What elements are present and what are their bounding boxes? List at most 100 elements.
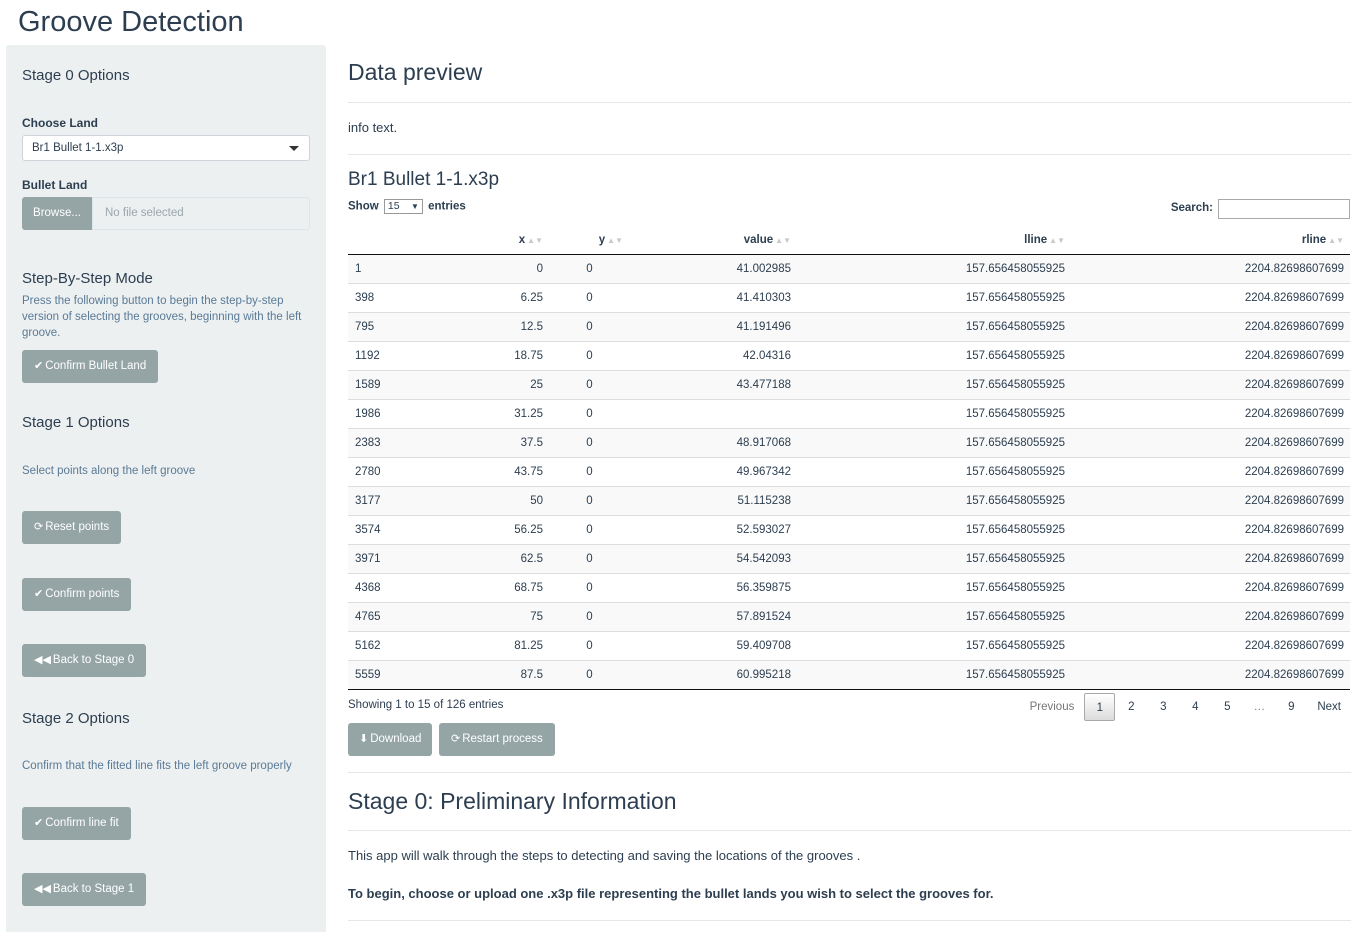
table-header-row: x ▲▼ y ▲▼ value ▲▼ lline ▲▼ rline ▲▼ [348, 226, 1350, 255]
table-cell-value: 41.410303 [629, 282, 797, 312]
table-cell-rline: 2204.82698607699 [1071, 369, 1350, 399]
page-length-select[interactable]: 15 ▼ [383, 199, 423, 214]
info-text: info text. [348, 120, 398, 135]
column-header-y[interactable]: y ▲▼ [549, 226, 629, 255]
table-cell-index: 4765 [348, 601, 430, 631]
pagination-page[interactable]: 1 [1084, 693, 1116, 721]
table-cell-x: 18.75 [430, 340, 549, 370]
table-cell-x: 62.5 [430, 543, 549, 573]
column-header-value[interactable]: value ▲▼ [629, 226, 797, 255]
pagination-page[interactable]: 2 [1115, 693, 1147, 721]
table-cell-index: 4368 [348, 572, 430, 602]
download-button[interactable]: ⬇ Download [348, 723, 433, 756]
choose-land-value: Br1 Bullet 1-1.x3p [32, 142, 124, 154]
bullet-land-label: Bullet Land [22, 178, 88, 192]
confirm-bullet-land-button[interactable]: ✔ Confirm Bullet Land [22, 350, 159, 383]
table-cell-index: 2780 [348, 456, 430, 486]
chevron-down-icon [289, 146, 299, 151]
table-cell-lline: 157.656458055925 [797, 514, 1071, 544]
double-chevron-left-icon: ◀◀ [34, 654, 51, 666]
table-row: 4368 68.75 0 56.359875 157.656458055925 2204.… [348, 572, 1350, 602]
table-row: 1986 31.25 0 157.656458055925 2204.826986076… [348, 398, 1350, 428]
app-title: Groove Detection [18, 6, 244, 38]
confirm-bullet-land-label: Confirm Bullet Land [45, 360, 147, 372]
table-cell-rline: 2204.82698607699 [1071, 282, 1350, 312]
search-input[interactable] [1218, 199, 1350, 219]
column-header-lline[interactable]: lline ▲▼ [797, 226, 1071, 255]
table-cell-rline: 2204.82698607699 [1071, 659, 1350, 690]
bullet-land-file-input: Browse... No file selected [22, 197, 310, 230]
confirm-points-label: Confirm points [45, 588, 120, 600]
back-to-stage1-button[interactable]: ◀◀ Back to Stage 1 [22, 873, 147, 906]
caret-down-icon: ▼ [410, 202, 419, 211]
table-cell-value: 60.995218 [629, 659, 797, 690]
table-cell-lline: 157.656458055925 [797, 398, 1071, 428]
table-cell-x: 75 [430, 601, 549, 631]
entries-label: entries [428, 200, 466, 213]
back-to-stage0-label: Back to Stage 0 [52, 654, 135, 666]
table-cell-y: 0 [549, 340, 629, 370]
table-cell-value: 49.967342 [629, 456, 797, 486]
table-cell-rline: 2204.82698607699 [1244, 262, 1344, 275]
back-to-stage0-button[interactable]: ◀◀ Back to Stage 0 [22, 644, 147, 677]
table-row: 2780 43.75 0 49.967342 157.656458055925 2204.… [348, 456, 1350, 486]
stage0-heading: Stage 0: Preliminary Information [348, 788, 677, 814]
divider [348, 830, 1351, 831]
column-header-rline[interactable]: rline ▲▼ [1071, 226, 1350, 255]
pagination-page[interactable]: 9 [1275, 693, 1307, 721]
column-header-label: y [598, 233, 606, 246]
table-row: 1 0 0 41.002985 157.656458055925 2204.8269860… [348, 254, 1350, 283]
sort-icon: ▲▼ [1328, 235, 1344, 245]
column-header-index[interactable] [348, 226, 430, 255]
table-cell-x: 81.25 [430, 630, 549, 660]
stage0-description: This app will walk through the steps to … [348, 848, 861, 863]
stage0-options-heading: Stage 0 Options [22, 67, 130, 84]
table-cell-value: 59.409708 [629, 630, 797, 660]
check-icon: ✔ [34, 588, 44, 600]
table-cell-lline: 157.656458055925 [797, 659, 1071, 690]
divider [348, 102, 1351, 103]
reset-points-button[interactable]: ⟳ Reset points [22, 511, 122, 544]
table-cell-y: 0 [549, 398, 629, 428]
table-cell-y: 0 [549, 369, 629, 399]
table-cell-x: 87.5 [430, 659, 549, 690]
step-by-step-heading: Step-By-Step Mode [22, 270, 153, 287]
table-cell-y: 0 [549, 456, 629, 486]
table-cell-value: 48.917068 [629, 427, 797, 457]
table-cell-index: 1986 [348, 398, 430, 428]
divider [348, 154, 1351, 155]
stage2-help: Confirm that the fitted line fits the le… [22, 760, 292, 772]
table-row: 3971 62.5 0 54.542093 157.656458055925 2204.8… [348, 543, 1350, 573]
table-cell-value: 54.542093 [629, 543, 797, 573]
restart-process-button[interactable]: ⟳ Restart process [439, 723, 555, 756]
browse-button[interactable]: Browse... [22, 197, 92, 230]
table-cell-value: 57.891524 [629, 601, 797, 631]
stage1-help: Select points along the left groove [22, 465, 196, 477]
table-cell-x: 68.75 [430, 572, 549, 602]
table-row: 398 6.25 0 41.410303 157.656458055925 2204.82… [348, 282, 1350, 312]
sort-icon: ▲▼ [1049, 235, 1065, 245]
column-header-label: rline [1301, 233, 1327, 246]
table-cell-y: 0 [549, 485, 629, 515]
pagination-page[interactable]: 5 [1211, 693, 1243, 721]
table-cell-lline: 157.656458055925 [797, 572, 1071, 602]
pagination-previous[interactable]: Previous [1020, 693, 1085, 721]
table-cell-x: 6.25 [430, 282, 549, 312]
confirm-points-button[interactable]: ✔ Confirm points [22, 578, 132, 611]
confirm-line-fit-button[interactable]: ✔ Confirm line fit [22, 807, 131, 840]
file-name-field[interactable]: No file selected [92, 197, 310, 230]
table-cell-value: 42.04316 [629, 340, 797, 370]
table-cell-x: 43.75 [430, 456, 549, 486]
pagination-page[interactable]: 4 [1179, 693, 1211, 721]
divider [348, 772, 1351, 773]
dataset-title: Br1 Bullet 1-1.x3p [348, 169, 500, 190]
pagination-page[interactable]: 3 [1147, 693, 1179, 721]
stage1-options-heading: Stage 1 Options [22, 414, 130, 431]
pagination-next[interactable]: Next [1307, 693, 1351, 721]
double-chevron-left-icon: ◀◀ [34, 883, 51, 895]
column-header-x[interactable]: x ▲▼ [430, 226, 549, 255]
choose-land-select[interactable]: Br1 Bullet 1-1.x3p [22, 135, 310, 161]
table-cell-index: 1 [355, 262, 362, 275]
table-cell-value [629, 398, 797, 428]
table-cell-y: 0 [549, 311, 629, 341]
